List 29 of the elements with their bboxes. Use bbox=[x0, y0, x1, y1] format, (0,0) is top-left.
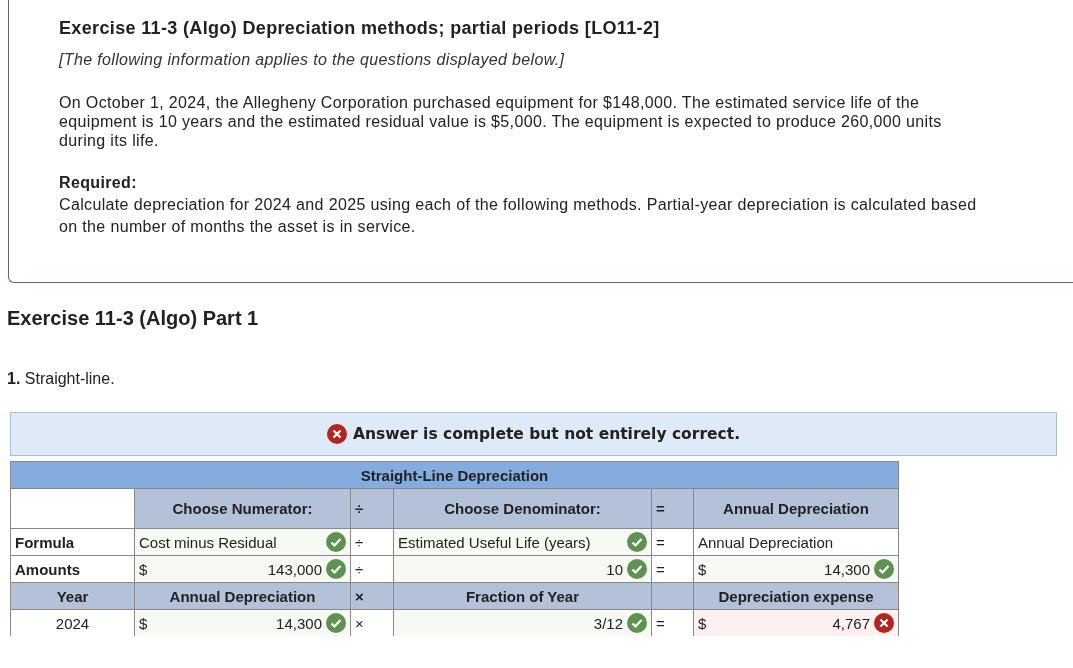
operator-header: ÷ bbox=[350, 488, 393, 528]
question-text: 1. Straight-line. bbox=[7, 370, 116, 388]
column-header: Annual Depreciation bbox=[134, 582, 350, 609]
operator-cell: = bbox=[651, 528, 693, 555]
operator-header: × bbox=[350, 582, 393, 609]
header-cell bbox=[651, 582, 693, 609]
banner-text: Answer is complete but not entirely correct. bbox=[352, 425, 741, 443]
answer-field[interactable]: Cost minus Residual bbox=[134, 528, 350, 555]
answer-field[interactable]: 10 bbox=[393, 555, 651, 582]
answer-field[interactable]: $ 14,300 bbox=[134, 609, 350, 636]
operator-header: = bbox=[651, 488, 693, 528]
exercise-title: Exercise 11-3 (Algo) Depreciation methods; partial periods [LO11-2] bbox=[59, 18, 661, 39]
answer-field[interactable]: $ 4,767 bbox=[693, 609, 898, 636]
column-header: Choose Numerator: bbox=[134, 488, 350, 528]
answer-field[interactable]: 3/12 bbox=[393, 609, 651, 636]
column-header: Fraction of Year bbox=[393, 582, 651, 609]
answer-field[interactable]: $ 143,000 bbox=[134, 555, 350, 582]
note-text: [The following information applies to the questions displayed below.] bbox=[59, 51, 566, 69]
table-title: Straight-Line Depreciation bbox=[11, 462, 898, 488]
column-header: Choose Denominator: bbox=[393, 488, 651, 528]
column-header: Annual Depreciation bbox=[693, 488, 898, 528]
required-label: Required: bbox=[59, 174, 138, 192]
answer-field[interactable]: Estimated Useful Life (years) bbox=[393, 528, 651, 555]
problem-text: On October 1, 2024, the Allegheny Corporation purchased equipment for $148,000. The estimated service life of the equipment is 10 years and the estimated residual value is $5,000. The equipment is expected to produce 260,000 units during its life. bbox=[59, 93, 943, 150]
required-text: Calculate depreciation for 2024 and 2025 using each of the following methods. Partial-year depreciation is calculated based on the number of months the asset is in service. bbox=[59, 195, 978, 237]
column-header: Year bbox=[11, 582, 134, 609]
part-title: Exercise 11-3 (Algo) Part 1 bbox=[7, 307, 260, 330]
column-header: Depreciation expense bbox=[693, 582, 898, 609]
answer-field[interactable]: $ 14,300 bbox=[693, 555, 898, 582]
